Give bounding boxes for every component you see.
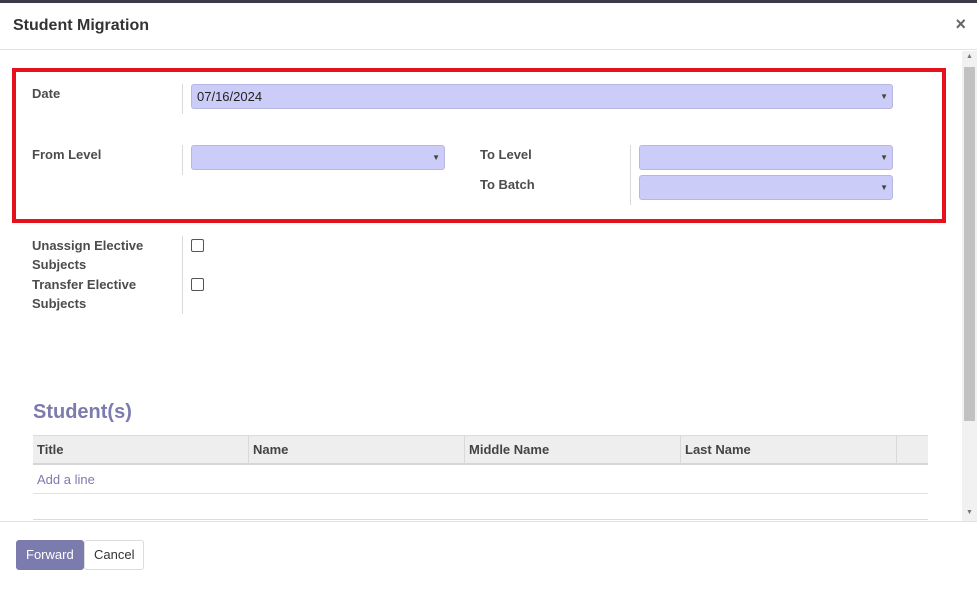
divider (33, 519, 928, 520)
dialog-footer: Forward Cancel (0, 521, 977, 591)
separator (182, 145, 183, 175)
scroll-up-icon[interactable]: ▲ (962, 53, 977, 63)
chevron-down-icon: ▼ (880, 92, 888, 101)
close-icon[interactable]: × (955, 14, 966, 35)
from-level-label: From Level (32, 147, 102, 162)
label-line: Unassign Elective (32, 238, 144, 253)
separator (630, 145, 631, 205)
cancel-button[interactable]: Cancel (84, 540, 145, 570)
to-level-label: To Level (480, 147, 532, 162)
students-section-title: Student(s) (33, 401, 132, 423)
date-label: Date (32, 86, 61, 101)
from-level-select[interactable]: ▼ (191, 145, 445, 170)
to-level-select[interactable]: ▼ (639, 145, 893, 170)
dialog-body: Date 07/16/2024 ▼ From Level ▼ To Level … (0, 51, 962, 521)
students-table-header: Title Name Middle Name Last Name (33, 435, 928, 465)
separator (182, 84, 183, 114)
chevron-down-icon: ▼ (432, 153, 440, 162)
column-header-middle-name[interactable]: Middle Name (465, 436, 681, 464)
unassign-elective-label: Unassign Elective Subjects (32, 236, 143, 274)
label-line: Subjects (32, 296, 87, 311)
separator (182, 236, 183, 314)
label-line: Transfer Elective (32, 277, 137, 292)
forward-button[interactable]: Forward (16, 540, 84, 570)
chevron-down-icon: ▼ (880, 153, 888, 162)
transfer-elective-checkbox[interactable] (191, 278, 204, 291)
date-field[interactable]: 07/16/2024 ▼ (191, 84, 893, 109)
to-batch-label: To Batch (480, 177, 535, 192)
unassign-elective-checkbox[interactable] (191, 239, 204, 252)
column-header-name[interactable]: Name (249, 436, 465, 464)
column-header-last-name[interactable]: Last Name (681, 436, 897, 464)
transfer-elective-label: Transfer Elective Subjects (32, 275, 136, 313)
dialog-title: Student Migration (13, 17, 149, 34)
column-header-title[interactable]: Title (33, 436, 249, 464)
dialog-header: Student Migration × (0, 3, 977, 50)
scrollbar-thumb[interactable] (964, 67, 975, 421)
add-line-row: Add a line (33, 465, 928, 494)
date-value: 07/16/2024 (197, 89, 263, 104)
scroll-down-icon[interactable]: ▼ (962, 509, 977, 519)
chevron-down-icon: ▼ (880, 183, 888, 192)
vertical-scrollbar[interactable]: ▲ ▼ (962, 51, 977, 521)
to-batch-select[interactable]: ▼ (639, 175, 893, 200)
add-line-link[interactable]: Add a line (37, 472, 95, 487)
label-line: Subjects (32, 257, 87, 272)
